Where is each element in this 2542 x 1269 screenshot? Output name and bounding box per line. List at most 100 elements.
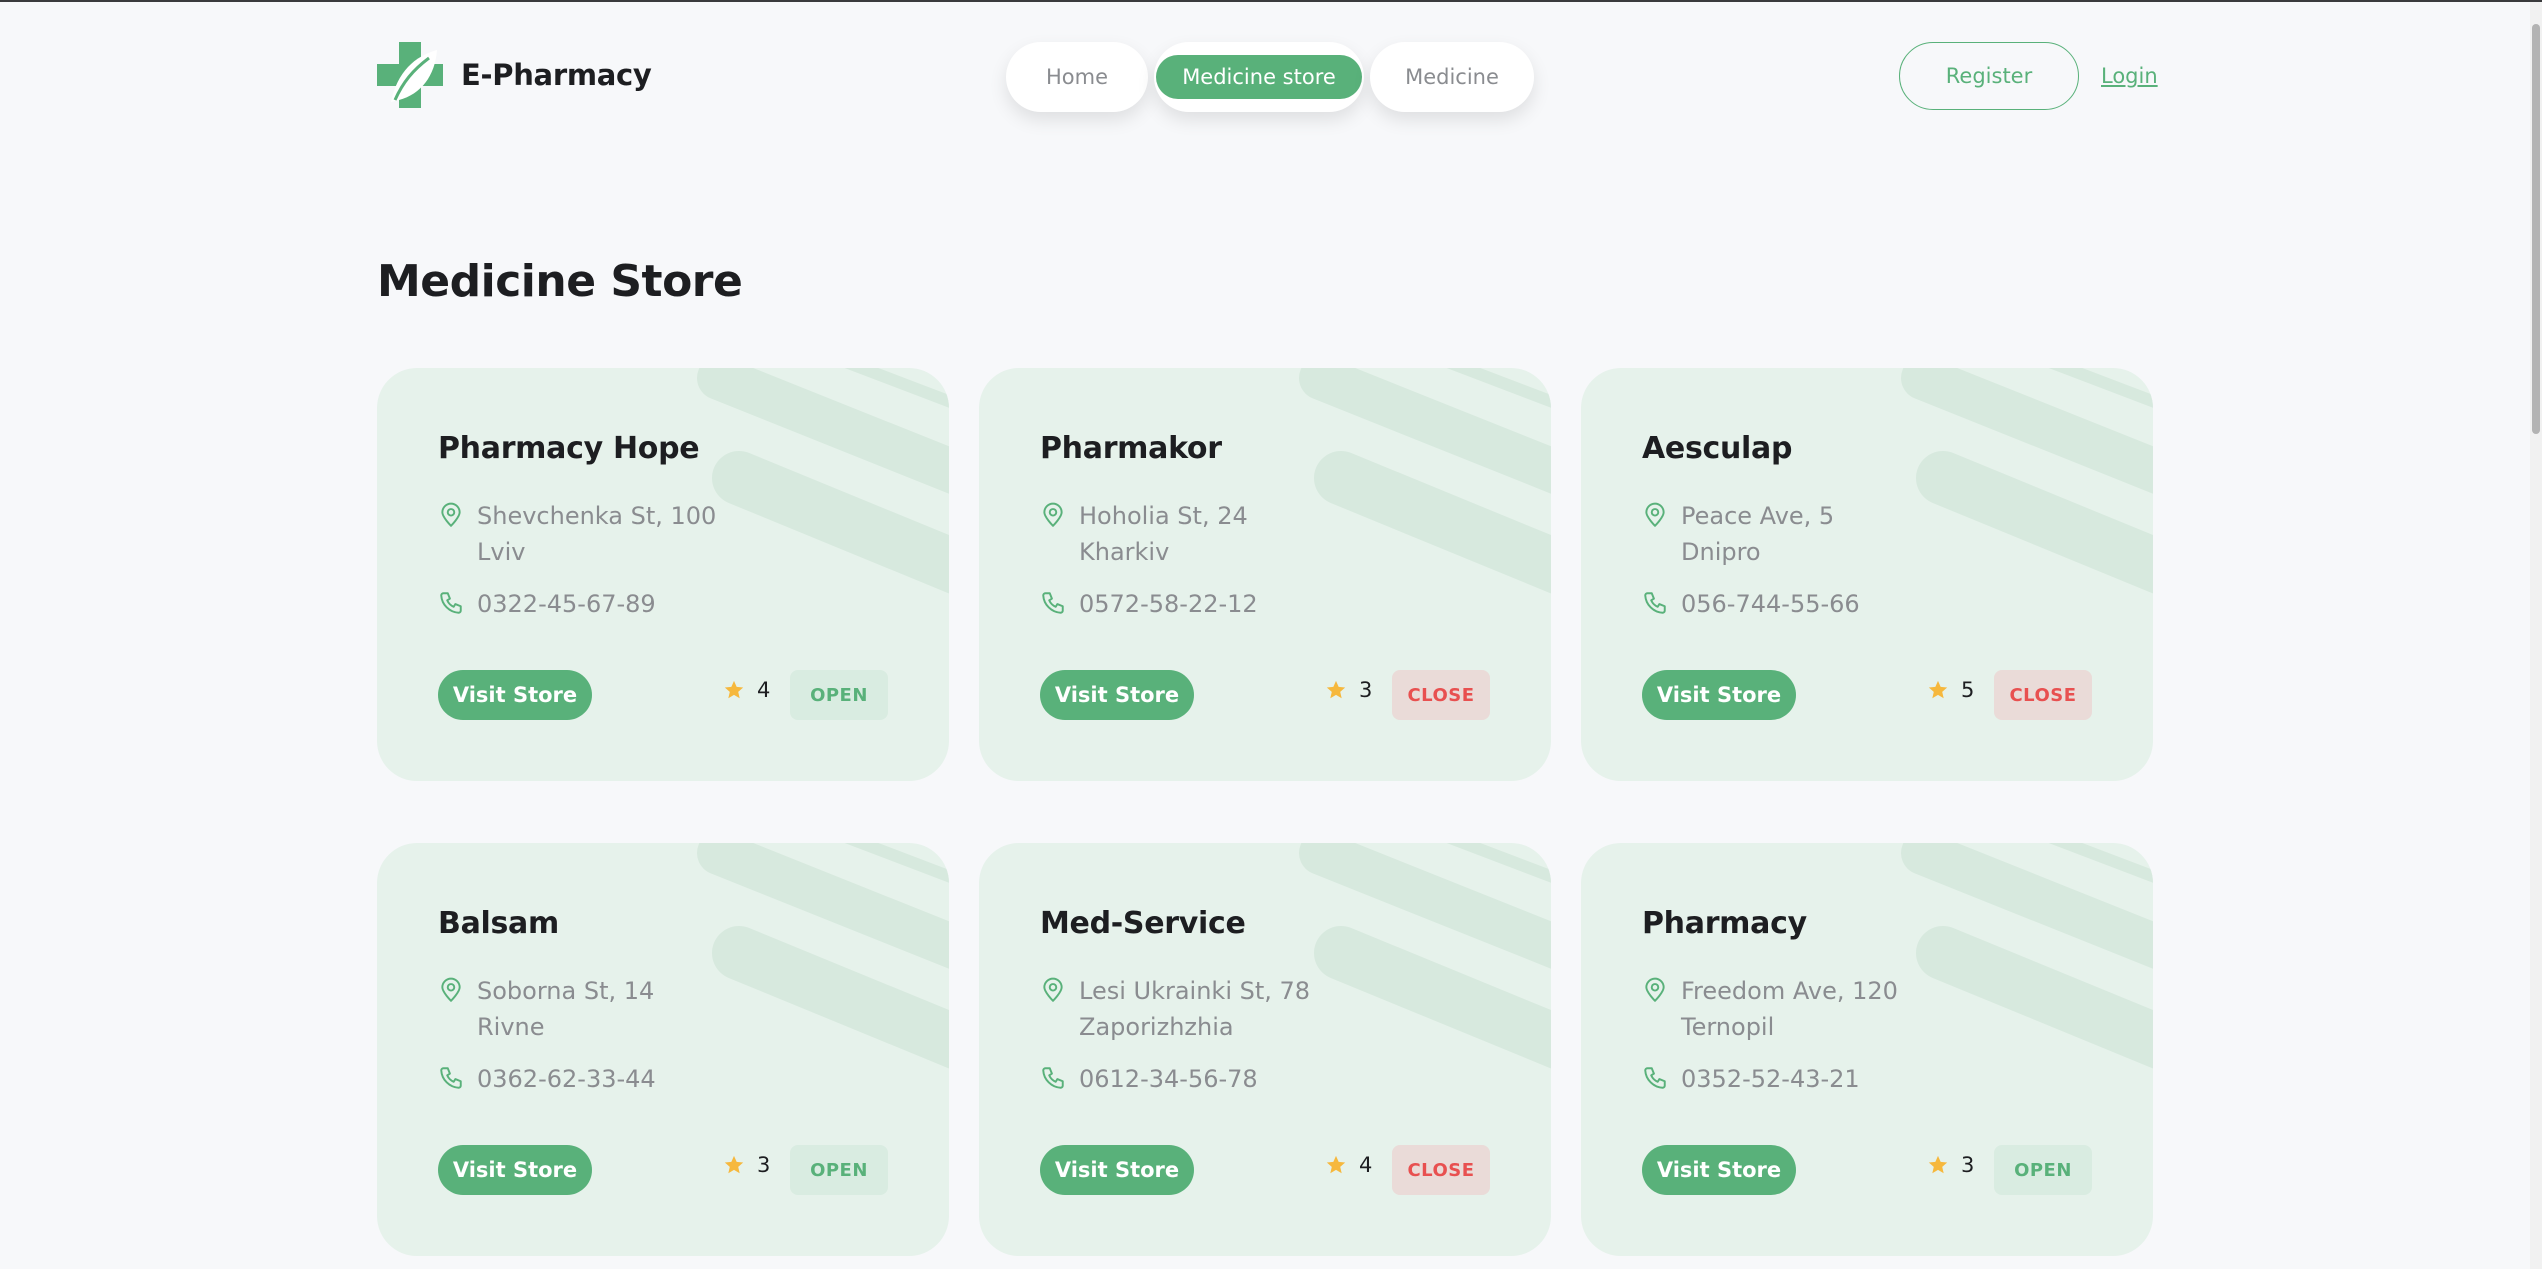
rating-value: 3 xyxy=(757,1153,771,1177)
store-rating: 3 xyxy=(723,1153,770,1177)
star-icon xyxy=(724,1155,744,1174)
address-street: Freedom Ave, 120 xyxy=(1681,977,1898,1005)
address-text: Peace Ave, 5 Dnipro xyxy=(1681,498,1834,570)
star-icon xyxy=(1928,1155,1948,1174)
store-card: Med-Service Lesi Ukrainki St, 78 Zaporiz… xyxy=(979,843,1551,1256)
visit-store-button[interactable]: Visit Store xyxy=(1040,1145,1194,1195)
store-address: Lesi Ukrainki St, 78 Zaporizhzhia xyxy=(1040,973,1310,1045)
address-city: Kharkiv xyxy=(1079,538,1170,566)
scrollbar[interactable] xyxy=(2530,2,2542,1269)
star-icon xyxy=(1326,680,1346,699)
pharmacy-cross-leaf-icon xyxy=(377,42,443,108)
phone-icon xyxy=(440,592,462,614)
address-street: Lesi Ukrainki St, 78 xyxy=(1079,977,1311,1005)
store-phone: 056-744-55-66 xyxy=(1642,586,1860,622)
address-city: Dnipro xyxy=(1681,538,1761,566)
visit-store-button[interactable]: Visit Store xyxy=(1642,1145,1796,1195)
status-badge: CLOSE xyxy=(1392,670,1490,720)
status-badge: CLOSE xyxy=(1994,670,2092,720)
status-badge: OPEN xyxy=(1994,1145,2092,1195)
star-icon xyxy=(1928,680,1948,699)
store-name: Pharmacy Hope xyxy=(438,431,700,466)
store-address: Hoholia St, 24 Kharkiv xyxy=(1040,498,1248,570)
card-decoration xyxy=(697,368,949,594)
phone-text: 0362-62-33-44 xyxy=(477,1065,656,1093)
phone-icon xyxy=(1042,1067,1064,1089)
address-city: Lviv xyxy=(477,538,526,566)
card-decoration xyxy=(1299,368,1551,594)
star-icon xyxy=(724,680,744,699)
store-address: Peace Ave, 5 Dnipro xyxy=(1642,498,1834,570)
map-pin-icon xyxy=(441,502,461,527)
map-pin-icon xyxy=(1645,977,1665,1002)
map-pin-icon xyxy=(1645,502,1665,527)
store-name: Pharmakor xyxy=(1040,431,1222,466)
scrollbar-thumb[interactable] xyxy=(2532,24,2540,434)
visit-store-button[interactable]: Visit Store xyxy=(1642,670,1796,720)
store-name: Med-Service xyxy=(1040,906,1246,941)
store-phone: 0362-62-33-44 xyxy=(438,1061,656,1097)
rating-value: 3 xyxy=(1961,1153,1975,1177)
card-decoration xyxy=(1299,843,1551,1069)
address-text: Lesi Ukrainki St, 78 Zaporizhzhia xyxy=(1079,973,1310,1045)
store-phone: 0322-45-67-89 xyxy=(438,586,656,622)
store-rating: 3 xyxy=(1325,678,1372,702)
auth-controls: Register Login xyxy=(1899,42,2158,110)
store-name: Aesculap xyxy=(1642,431,1793,466)
store-rating: 4 xyxy=(1325,1153,1372,1177)
nav-medicine-store-label: Medicine store xyxy=(1156,55,1362,99)
store-card: Aesculap Peace Ave, 5 Dnipro 056-744-55-… xyxy=(1581,368,2153,781)
nav-medicine[interactable]: Medicine xyxy=(1370,42,1534,112)
phone-text: 0322-45-67-89 xyxy=(477,590,656,618)
store-grid: Pharmacy Hope Shevchenka St, 100 Lviv 03… xyxy=(377,368,2153,1256)
store-card: Balsam Soborna St, 14 Rivne 0362-62-33-4… xyxy=(377,843,949,1256)
register-button[interactable]: Register xyxy=(1899,42,2079,110)
store-rating: 3 xyxy=(1927,1153,1974,1177)
phone-icon xyxy=(1042,592,1064,614)
address-street: Shevchenka St, 100 xyxy=(477,502,717,530)
card-decoration xyxy=(1901,843,2153,1069)
store-address: Freedom Ave, 120 Ternopil xyxy=(1642,973,1898,1045)
phone-text: 0572-58-22-12 xyxy=(1079,590,1258,618)
store-phone: 0352-52-43-21 xyxy=(1642,1061,1860,1097)
page-title: Medicine Store xyxy=(377,256,743,307)
store-address: Soborna St, 14 Rivne xyxy=(438,973,654,1045)
logo[interactable]: E-Pharmacy xyxy=(377,42,652,108)
visit-store-button[interactable]: Visit Store xyxy=(438,1145,592,1195)
store-name: Pharmacy xyxy=(1642,906,1807,941)
store-phone: 0572-58-22-12 xyxy=(1040,586,1258,622)
store-rating: 4 xyxy=(723,678,770,702)
phone-icon xyxy=(1644,1067,1666,1089)
store-address: Shevchenka St, 100 Lviv xyxy=(438,498,716,570)
address-city: Ternopil xyxy=(1681,1013,1775,1041)
nav-medicine-label: Medicine xyxy=(1405,65,1499,89)
app-name: E-Pharmacy xyxy=(461,58,652,92)
address-text: Shevchenka St, 100 Lviv xyxy=(477,498,716,570)
address-text: Soborna St, 14 Rivne xyxy=(477,973,654,1045)
address-city: Rivne xyxy=(477,1013,545,1041)
login-link[interactable]: Login xyxy=(2101,64,2158,88)
store-card: Pharmacy Hope Shevchenka St, 100 Lviv 03… xyxy=(377,368,949,781)
address-street: Hoholia St, 24 xyxy=(1079,502,1248,530)
address-street: Peace Ave, 5 xyxy=(1681,502,1835,530)
rating-value: 3 xyxy=(1359,678,1373,702)
store-phone: 0612-34-56-78 xyxy=(1040,1061,1258,1097)
rating-value: 5 xyxy=(1961,678,1975,702)
status-badge: OPEN xyxy=(790,670,888,720)
store-card: Pharmakor Hoholia St, 24 Kharkiv 0572-58… xyxy=(979,368,1551,781)
phone-text: 0612-34-56-78 xyxy=(1079,1065,1258,1093)
status-badge: CLOSE xyxy=(1392,1145,1490,1195)
visit-store-button[interactable]: Visit Store xyxy=(1040,670,1194,720)
star-icon xyxy=(1326,1155,1346,1174)
address-street: Soborna St, 14 xyxy=(477,977,655,1005)
store-card: Pharmacy Freedom Ave, 120 Ternopil 0352-… xyxy=(1581,843,2153,1256)
main-nav: Home Medicine store Medicine xyxy=(1006,42,1540,112)
nav-home[interactable]: Home xyxy=(1006,42,1148,112)
address-text: Freedom Ave, 120 Ternopil xyxy=(1681,973,1898,1045)
status-badge: OPEN xyxy=(790,1145,888,1195)
nav-home-label: Home xyxy=(1045,65,1108,89)
card-decoration xyxy=(697,843,949,1069)
visit-store-button[interactable]: Visit Store xyxy=(438,670,592,720)
nav-medicine-store[interactable]: Medicine store xyxy=(1154,42,1364,112)
rating-value: 4 xyxy=(757,678,771,702)
